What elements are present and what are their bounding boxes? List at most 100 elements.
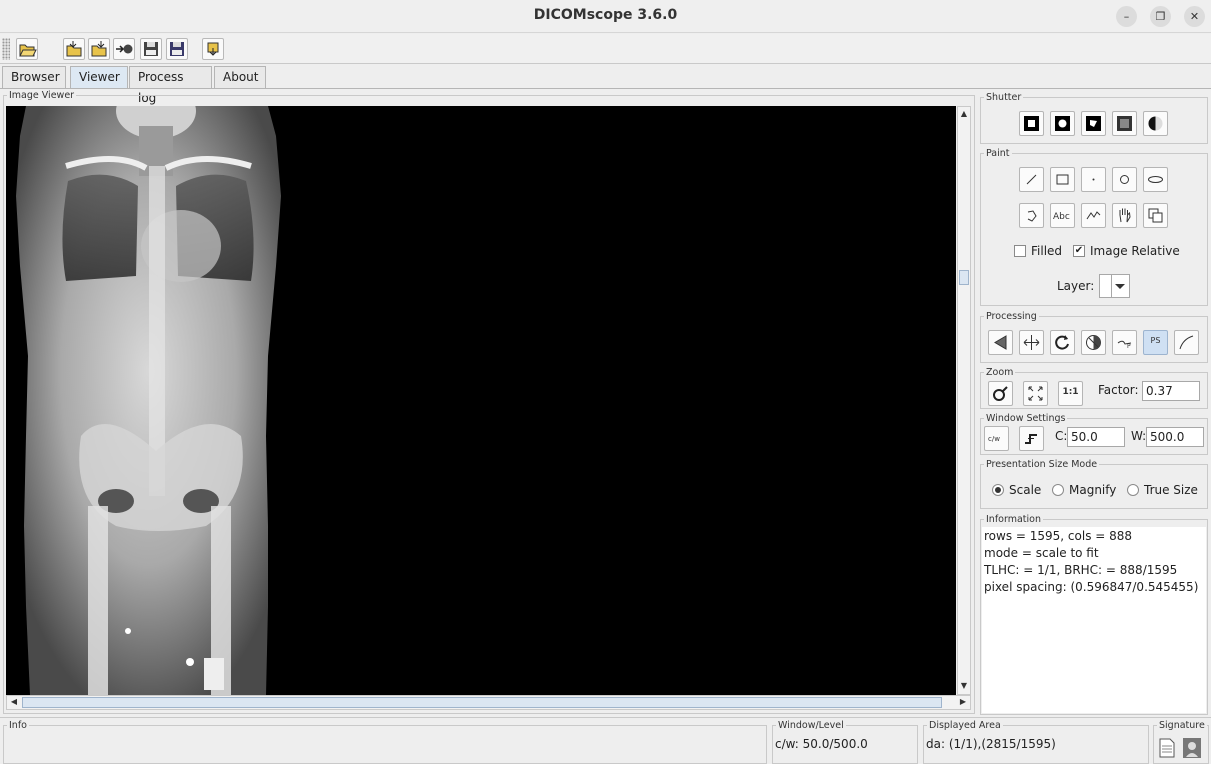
polygon-shutter-button[interactable] (1081, 111, 1106, 136)
rect-shutter-button[interactable] (1019, 111, 1044, 136)
toolbar-grip[interactable] (2, 38, 10, 60)
scroll-up-icon[interactable]: ▲ (958, 108, 970, 120)
ellipse-tool-button[interactable] (1143, 167, 1168, 192)
circle-tool-button[interactable] (1112, 167, 1137, 192)
fit-arrows-icon (1028, 386, 1043, 401)
load-study-button[interactable] (63, 38, 85, 60)
shutter-overlay-button[interactable] (1143, 111, 1168, 136)
open-folder-button[interactable] (16, 38, 38, 60)
title-bar: DICOMscope 3.6.0 – ❐ ✕ (0, 0, 1211, 33)
text-tool-button[interactable]: Abc (1050, 203, 1075, 228)
point-icon (1092, 178, 1095, 181)
rectangle-tool-button[interactable] (1050, 167, 1075, 192)
horizontal-scrollbar[interactable]: ◀ ▶ (6, 695, 971, 710)
svg-text:Abc: Abc (1053, 212, 1070, 222)
print-button[interactable] (202, 38, 224, 60)
lut-button[interactable]: P (1112, 330, 1137, 355)
bitmap-shutter-button[interactable] (1112, 111, 1137, 136)
window-step-button[interactable] (1019, 426, 1044, 451)
window-center-width-button[interactable]: c/w (984, 426, 1009, 451)
zoom-legend: Zoom (986, 367, 1014, 378)
rectangle-icon (1056, 174, 1069, 185)
displayed-area-value: da: (1/1),(2815/1595) (926, 737, 1056, 751)
svg-text:c/w: c/w (988, 435, 1000, 443)
zoom-tool-button[interactable] (988, 381, 1013, 406)
layer-select-divider (1111, 275, 1112, 297)
displayed-area-legend: Displayed Area (929, 720, 1001, 731)
scroll-right-icon[interactable]: ▶ (957, 696, 969, 708)
signature-seal-icon (1183, 738, 1201, 758)
center-label: C: (1055, 429, 1068, 443)
status-divider (0, 717, 1211, 718)
horizontal-scroll-thumb[interactable] (22, 697, 942, 708)
xray-image (16, 106, 281, 695)
save-as-button[interactable] (166, 38, 188, 60)
gamma-button[interactable] (1174, 330, 1199, 355)
chevron-down-icon (1115, 284, 1125, 289)
copy-tool-button[interactable] (1143, 203, 1168, 228)
ps-button[interactable]: PS (1143, 330, 1168, 355)
signature-document-button[interactable] (1158, 737, 1176, 759)
close-button[interactable]: ✕ (1184, 6, 1205, 27)
tab-process-log[interactable]: Process log (129, 66, 212, 105)
flip-button[interactable] (988, 330, 1013, 355)
signature-seal-button[interactable] (1182, 737, 1202, 759)
width-input[interactable]: 500.0 (1146, 427, 1204, 447)
filled-checkbox[interactable] (1014, 245, 1026, 257)
half-circle-icon (1148, 116, 1163, 131)
image-relative-checkbox[interactable]: ✔ (1073, 245, 1085, 257)
fit-to-window-button[interactable] (1023, 381, 1048, 406)
open-folder-icon (19, 44, 37, 57)
maximize-button[interactable]: ❐ (1150, 6, 1171, 27)
presentation-size-legend: Presentation Size Mode (986, 459, 1098, 470)
tab-viewer[interactable]: Viewer (70, 66, 128, 88)
minimize-button[interactable]: – (1116, 6, 1137, 27)
scale-label: Scale (1009, 483, 1042, 497)
curve-tool-button[interactable] (1081, 203, 1106, 228)
scroll-left-icon[interactable]: ◀ (8, 696, 20, 708)
true-size-radio[interactable] (1127, 484, 1139, 496)
mirror-button[interactable] (1019, 330, 1044, 355)
tab-about[interactable]: About (214, 66, 266, 88)
info-line: mode = scale to fit (984, 546, 1099, 560)
polyline-tool-button[interactable] (1019, 203, 1044, 228)
processing-legend: Processing (986, 311, 1037, 322)
vertical-scroll-thumb[interactable] (959, 270, 969, 285)
image-relative-label: Image Relative (1090, 244, 1180, 258)
polyline-icon (1027, 210, 1037, 222)
info-line: pixel spacing: (0.596847/0.545455) (984, 580, 1199, 594)
magnify-label: Magnify (1069, 483, 1117, 497)
window-level-legend: Window/Level (778, 720, 844, 731)
svg-text:P: P (1127, 343, 1131, 350)
rotate-icon (1055, 335, 1069, 350)
lut-curve-icon: P (1117, 340, 1132, 350)
window-level-value: c/w: 50.0/500.0 (775, 737, 868, 751)
hand-icon (1119, 208, 1131, 223)
zoom-one-to-one-button[interactable]: 1:1 (1058, 381, 1083, 406)
send-button[interactable] (113, 38, 135, 60)
line-tool-button[interactable] (1019, 167, 1044, 192)
vertical-scrollbar[interactable]: ▲ ▼ (957, 106, 971, 695)
image-viewer-legend: Image Viewer (9, 90, 75, 101)
load-presentation-button[interactable] (88, 38, 110, 60)
point-tool-button[interactable] (1081, 167, 1106, 192)
invert-button[interactable] (1081, 330, 1106, 355)
window-settings-legend: Window Settings (986, 413, 1066, 424)
scroll-down-icon[interactable]: ▼ (958, 680, 970, 692)
layer-label: Layer: (1057, 279, 1095, 293)
circle-shutter-button[interactable] (1050, 111, 1075, 136)
center-input[interactable]: 50.0 (1067, 427, 1125, 447)
paint-legend: Paint (986, 148, 1010, 159)
information-text-area[interactable]: rows = 1595, cols = 888 mode = scale to … (982, 527, 1206, 713)
layer-select[interactable] (1099, 274, 1130, 298)
print-icon (207, 42, 219, 56)
save-button[interactable] (140, 38, 162, 60)
tab-browser[interactable]: Browser (2, 66, 66, 88)
pan-tool-button[interactable] (1112, 203, 1137, 228)
rotate-button[interactable] (1050, 330, 1075, 355)
image-canvas[interactable] (6, 106, 956, 695)
zoom-factor-input[interactable]: 0.37 (1142, 381, 1200, 401)
scale-radio[interactable] (992, 484, 1004, 496)
tab-bar: Browser Viewer Process log About (0, 66, 1211, 105)
magnify-radio[interactable] (1052, 484, 1064, 496)
